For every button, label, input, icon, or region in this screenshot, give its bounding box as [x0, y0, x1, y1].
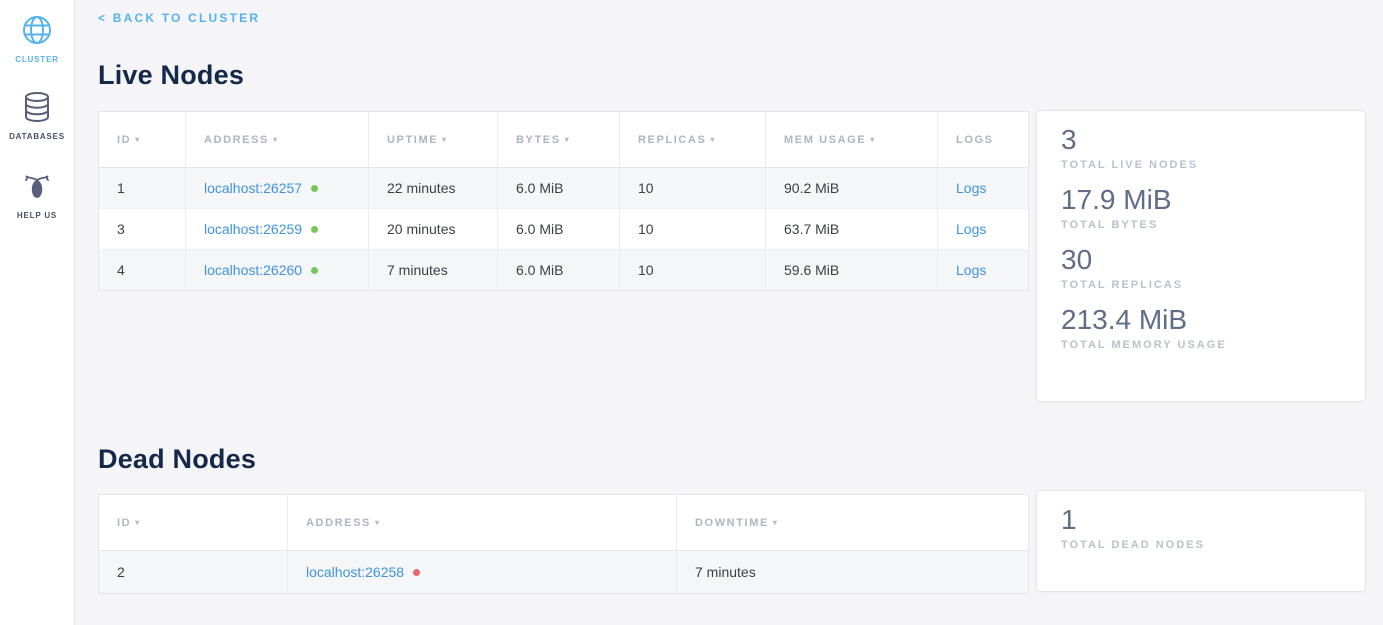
stat-label: TOTAL REPLICAS — [1061, 279, 1341, 291]
node-bytes-cell: 6.0 MiB — [498, 168, 620, 209]
stat-total-dead-nodes: 1 TOTAL DEAD NODES — [1061, 503, 1341, 551]
live-nodes-title: Live Nodes — [98, 60, 244, 91]
sidebar-item-label: CLUSTER — [0, 55, 74, 64]
logs-link[interactable]: Logs — [956, 262, 986, 278]
dead-nodes-table: ID▾ ADDRESS▾ DOWNTIME▾ 2 localhost:26258… — [98, 494, 1029, 594]
node-logs-cell: Logs — [938, 168, 1029, 209]
column-header-id[interactable]: ID▾ — [99, 495, 288, 551]
live-status-dot-icon — [311, 267, 318, 274]
node-address-link[interactable]: localhost:26259 — [204, 221, 302, 237]
table-row: 1 localhost:26257 22 minutes 6.0 MiB 10 … — [99, 168, 1029, 209]
sort-arrow-icon: ▾ — [710, 135, 716, 144]
node-address-cell: localhost:26258 — [288, 551, 677, 594]
stat-total-replicas: 30 TOTAL REPLICAS — [1061, 243, 1341, 291]
node-id-cell: 3 — [99, 209, 186, 250]
node-uptime-cell: 20 minutes — [369, 209, 498, 250]
node-address-cell: localhost:26260 — [186, 250, 369, 291]
stat-total-memory-usage: 213.4 MiB TOTAL MEMORY USAGE — [1061, 303, 1341, 351]
stat-value: 213.4 MiB — [1061, 303, 1341, 337]
column-header-bytes[interactable]: BYTES▾ — [498, 112, 620, 168]
node-uptime-cell: 22 minutes — [369, 168, 498, 209]
stat-label: TOTAL BYTES — [1061, 219, 1341, 231]
dead-nodes-summary-card: 1 TOTAL DEAD NODES — [1036, 490, 1366, 592]
node-mem-usage-cell: 90.2 MiB — [766, 168, 938, 209]
stat-value: 1 — [1061, 503, 1341, 537]
sidebar-item-cluster[interactable]: CLUSTER — [0, 14, 74, 64]
live-table-header-row: ID▾ ADDRESS▾ UPTIME▾ BYTES▾ REPLICAS▾ ME… — [99, 112, 1029, 168]
back-to-cluster-link[interactable]: < BACK TO CLUSTER — [98, 11, 260, 25]
column-header-downtime[interactable]: DOWNTIME▾ — [677, 495, 1029, 551]
sort-arrow-icon: ▾ — [135, 518, 141, 527]
column-header-id[interactable]: ID▾ — [99, 112, 186, 168]
node-bytes-cell: 6.0 MiB — [498, 250, 620, 291]
stat-value: 30 — [1061, 243, 1341, 277]
live-status-dot-icon — [311, 226, 318, 233]
node-id-cell: 1 — [99, 168, 186, 209]
stat-label: TOTAL LIVE NODES — [1061, 159, 1341, 171]
sidebar-item-label: HELP US — [0, 211, 74, 220]
node-address-link[interactable]: localhost:26260 — [204, 262, 302, 278]
column-header-mem-usage[interactable]: MEM USAGE▾ — [766, 112, 938, 168]
sort-arrow-icon: ▾ — [870, 135, 876, 144]
sort-arrow-icon: ▾ — [375, 518, 381, 527]
stat-total-bytes: 17.9 MiB TOTAL BYTES — [1061, 183, 1341, 231]
stat-label: TOTAL DEAD NODES — [1061, 539, 1341, 551]
logs-link[interactable]: Logs — [956, 221, 986, 237]
globe-icon — [0, 14, 74, 51]
sidebar-item-databases[interactable]: DATABASES — [0, 91, 74, 141]
node-address-cell: localhost:26259 — [186, 209, 369, 250]
table-row: 3 localhost:26259 20 minutes 6.0 MiB 10 … — [99, 209, 1029, 250]
sidebar-item-help-us[interactable]: HELP US — [0, 172, 74, 220]
dead-status-dot-icon — [413, 569, 420, 576]
live-status-dot-icon — [311, 185, 318, 192]
live-nodes-summary-card: 3 TOTAL LIVE NODES 17.9 MiB TOTAL BYTES … — [1036, 110, 1366, 402]
logs-link[interactable]: Logs — [956, 180, 986, 196]
node-bytes-cell: 6.0 MiB — [498, 209, 620, 250]
node-logs-cell: Logs — [938, 250, 1029, 291]
sidebar: CLUSTER DATABASES HELP US — [0, 0, 75, 625]
node-address-link[interactable]: localhost:26257 — [204, 180, 302, 196]
sort-arrow-icon: ▾ — [273, 135, 279, 144]
node-address-cell: localhost:26257 — [186, 168, 369, 209]
sidebar-item-label: DATABASES — [0, 132, 74, 141]
column-header-uptime[interactable]: UPTIME▾ — [369, 112, 498, 168]
node-address-link[interactable]: localhost:26258 — [306, 564, 404, 580]
sort-arrow-icon: ▾ — [773, 518, 779, 527]
column-header-logs: LOGS — [938, 112, 1029, 168]
live-nodes-table: ID▾ ADDRESS▾ UPTIME▾ BYTES▾ REPLICAS▾ ME… — [98, 111, 1029, 291]
node-replicas-cell: 10 — [620, 209, 766, 250]
node-logs-cell: Logs — [938, 209, 1029, 250]
node-downtime-cell: 7 minutes — [677, 551, 1029, 594]
node-replicas-cell: 10 — [620, 168, 766, 209]
sort-arrow-icon: ▾ — [442, 135, 448, 144]
node-mem-usage-cell: 59.6 MiB — [766, 250, 938, 291]
node-uptime-cell: 7 minutes — [369, 250, 498, 291]
column-header-replicas[interactable]: REPLICAS▾ — [620, 112, 766, 168]
node-replicas-cell: 10 — [620, 250, 766, 291]
table-row: 2 localhost:26258 7 minutes — [99, 551, 1029, 594]
node-id-cell: 2 — [99, 551, 288, 594]
stat-total-live-nodes: 3 TOTAL LIVE NODES — [1061, 123, 1341, 171]
dead-nodes-title: Dead Nodes — [98, 444, 256, 475]
cockroach-bug-icon — [0, 172, 74, 207]
database-icon — [0, 91, 74, 128]
column-header-address[interactable]: ADDRESS▾ — [288, 495, 677, 551]
sort-arrow-icon: ▾ — [565, 135, 571, 144]
node-mem-usage-cell: 63.7 MiB — [766, 209, 938, 250]
stat-label: TOTAL MEMORY USAGE — [1061, 339, 1341, 351]
dead-table-header-row: ID▾ ADDRESS▾ DOWNTIME▾ — [99, 495, 1029, 551]
node-id-cell: 4 — [99, 250, 186, 291]
column-header-address[interactable]: ADDRESS▾ — [186, 112, 369, 168]
sort-arrow-icon: ▾ — [135, 135, 141, 144]
stat-value: 3 — [1061, 123, 1341, 157]
table-row: 4 localhost:26260 7 minutes 6.0 MiB 10 5… — [99, 250, 1029, 291]
stat-value: 17.9 MiB — [1061, 183, 1341, 217]
